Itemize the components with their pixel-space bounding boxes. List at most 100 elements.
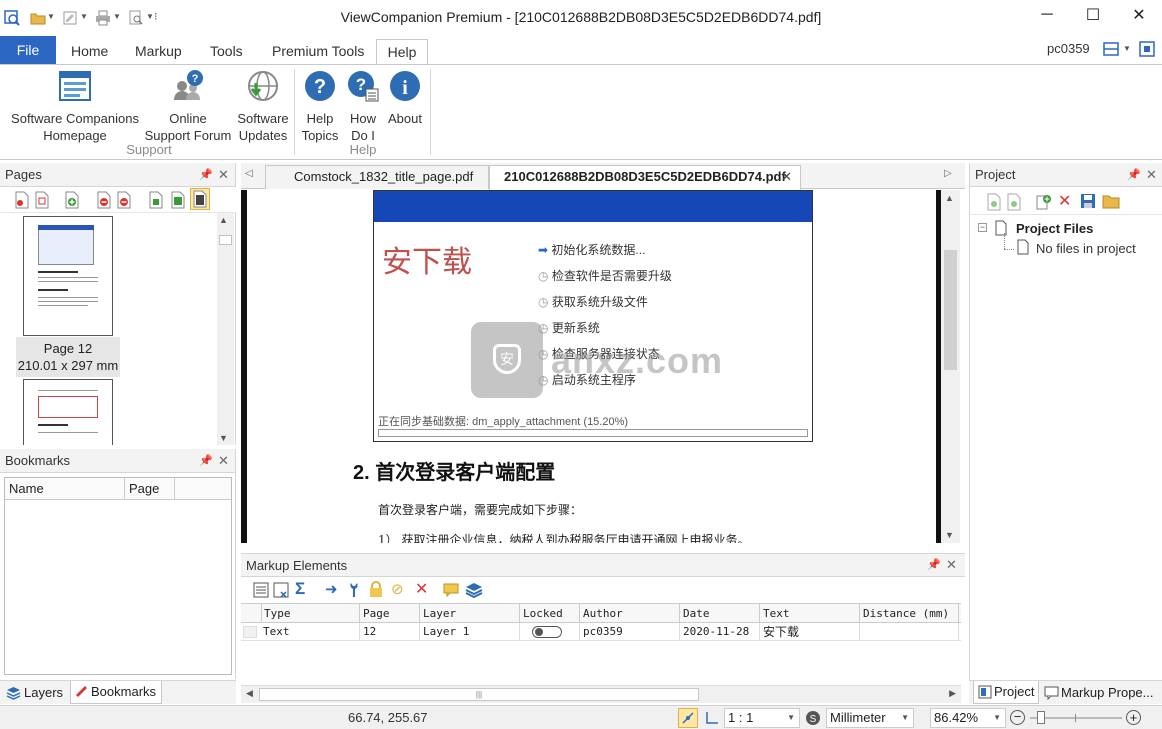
insert-page-icon[interactable] [14,191,30,209]
project-new-icon[interactable] [986,193,1002,211]
project-remove-icon[interactable]: ✕ [1058,191,1071,211]
page-thumbnail-12[interactable] [23,216,113,336]
comment-icon[interactable] [443,583,459,597]
scroll-up-icon[interactable]: ▲ [219,215,228,225]
col-author[interactable]: Author [579,604,679,623]
maximize-button[interactable]: ☐ [1070,0,1116,30]
project-empty-label: No files in project [1036,241,1136,256]
doc-tab-close-icon[interactable]: ✕ [781,166,792,188]
sum-icon[interactable]: Σ [295,579,305,599]
doc-vertical-scrollbar[interactable]: ▲ ▼ [941,190,960,543]
page-medium-icon[interactable] [170,191,186,209]
table-row[interactable]: Text 12 Layer 1 pc0359 2020-11-28 安下载 [241,623,961,641]
minimize-button[interactable]: ─ [1024,0,1070,30]
layout-icon[interactable] [1103,41,1119,57]
scale-dropdown[interactable]: 1 : 1 ▼ [724,708,800,728]
copy-page-icon[interactable] [34,191,50,209]
tree-collapse-icon[interactable]: − [978,223,987,232]
markup-pin-icon[interactable]: 📌 [927,553,941,577]
h-scroll-right-icon[interactable]: ▶ [949,688,956,699]
tab-tools[interactable]: Tools [200,39,253,64]
zoom-slider-thumb[interactable] [1037,711,1045,724]
scroll-thumb[interactable] [219,235,232,245]
layers-stack-icon[interactable] [465,582,483,598]
col-date[interactable]: Date [679,604,759,623]
close-panel-icon[interactable]: ✕ [218,163,229,187]
project-pin-icon[interactable]: 📌 [1127,163,1141,187]
h-scroll-left-icon[interactable]: ◀ [246,688,253,699]
delete-icon[interactable]: ✕ [415,579,428,599]
layers-tab[interactable]: Layers [4,683,63,703]
help-topics-button[interactable]: ? Help Topics [298,69,342,144]
bookmarks-col-name[interactable]: Name [5,478,125,500]
zoom-in-button[interactable]: + [1126,710,1141,725]
col-type[interactable]: Type [261,604,359,623]
page-large-button[interactable] [190,188,210,210]
ortho-icon[interactable] [705,711,719,725]
doc-scroll-up-icon[interactable]: ▲ [945,193,954,203]
markup-list-icon[interactable] [253,582,269,598]
tab-markup[interactable]: Markup [125,39,192,64]
h-scroll-thumb[interactable]: ||| [259,688,699,701]
about-button[interactable]: i About [384,69,426,127]
software-updates-button[interactable]: Software Updates [234,69,292,144]
doc-scroll-thumb[interactable] [944,250,957,370]
locked-toggle[interactable] [532,626,562,638]
project-add-icon[interactable] [1036,193,1052,211]
pages-scrollbar[interactable]: ▲ ▼ [217,213,234,445]
markup-horizontal-scrollbar[interactable]: ◀ ||| ▶ [241,685,961,703]
markup-export-icon[interactable] [273,582,289,598]
remove-page-icon[interactable] [96,191,112,209]
delete-pages-icon[interactable] [116,191,132,209]
doc-tab-active[interactable]: 210C012688B2DB08D3E5C5D2EDB6DD74.pdf ✕ [489,165,801,190]
zoom-dropdown[interactable]: 86.42% ▼ [930,708,1006,728]
zoom-out-button[interactable]: − [1010,710,1025,725]
close-button[interactable]: ✕ [1116,0,1162,30]
col-layer[interactable]: Layer [419,604,519,623]
document-view[interactable]: 安下载 ➡ 初始化系统数据... ◷ 检查软件是否需要升级 ◷ 获取系统升级文件… [241,190,941,543]
page-thumbnail-13[interactable] [23,379,113,445]
zoom-dropdown-icon: ▼ [993,713,1001,722]
layout-dropdown-icon[interactable]: ▼ [1123,44,1131,53]
row-selector[interactable] [243,626,257,638]
homepage-button[interactable]: Software Companions Homepage [6,69,144,144]
snap-toggle-button[interactable] [678,708,698,728]
bookmarks-close-icon[interactable]: ✕ [218,449,229,473]
tab-help[interactable]: Help [376,39,428,65]
page-small-icon[interactable] [148,191,164,209]
col-page[interactable]: Page [359,604,419,623]
tab-home[interactable]: Home [61,39,118,64]
project-tab[interactable]: Project [973,681,1039,704]
doc-tab-comstock[interactable]: Comstock_1832_title_page.pdf [265,165,489,189]
markup-properties-tab[interactable]: Markup Prope... [1041,683,1154,703]
scroll-down-icon[interactable]: ▼ [219,433,228,443]
bookmarks-tab[interactable]: Bookmarks [70,681,162,704]
col-text[interactable]: Text [759,604,859,623]
markup-close-icon[interactable]: ✕ [946,553,957,577]
online-forum-button[interactable]: ? Online Support Forum [142,69,234,144]
add-page-icon[interactable] [64,191,80,209]
hide-icon[interactable]: ⊘ [391,580,404,598]
project-save-icon[interactable] [1080,193,1096,209]
project-root-label[interactable]: Project Files [1016,221,1093,236]
bookmarks-pin-icon[interactable]: 📌 [199,449,213,473]
how-do-i-button[interactable]: ? How Do I [342,69,384,144]
project-folder-icon[interactable] [1102,193,1120,209]
bookmarks-list[interactable]: Name Page [4,477,232,675]
units-dropdown[interactable]: Millimeter ▼ [826,708,914,728]
project-close-icon[interactable]: ✕ [1146,163,1157,187]
tab-premium-tools[interactable]: Premium Tools [262,39,374,64]
tab-scroll-right-icon[interactable]: ▷ [944,168,952,179]
bookmarks-col-page[interactable]: Page [125,478,175,500]
lock-icon[interactable] [369,581,383,598]
col-locked[interactable]: Locked [519,604,579,623]
doc-scroll-down-icon[interactable]: ▼ [945,530,954,540]
tab-file[interactable]: File [0,36,56,64]
pin-icon[interactable]: 📌 [199,163,213,187]
fullscreen-icon[interactable] [1138,40,1156,58]
tab-scroll-left-icon[interactable]: ◁ [245,168,253,179]
goto-arrow-icon[interactable]: ➜ [325,580,338,598]
col-distance[interactable]: Distance (mm) [859,604,959,623]
wrench-icon[interactable] [347,582,361,598]
project-open-icon[interactable] [1006,193,1022,211]
